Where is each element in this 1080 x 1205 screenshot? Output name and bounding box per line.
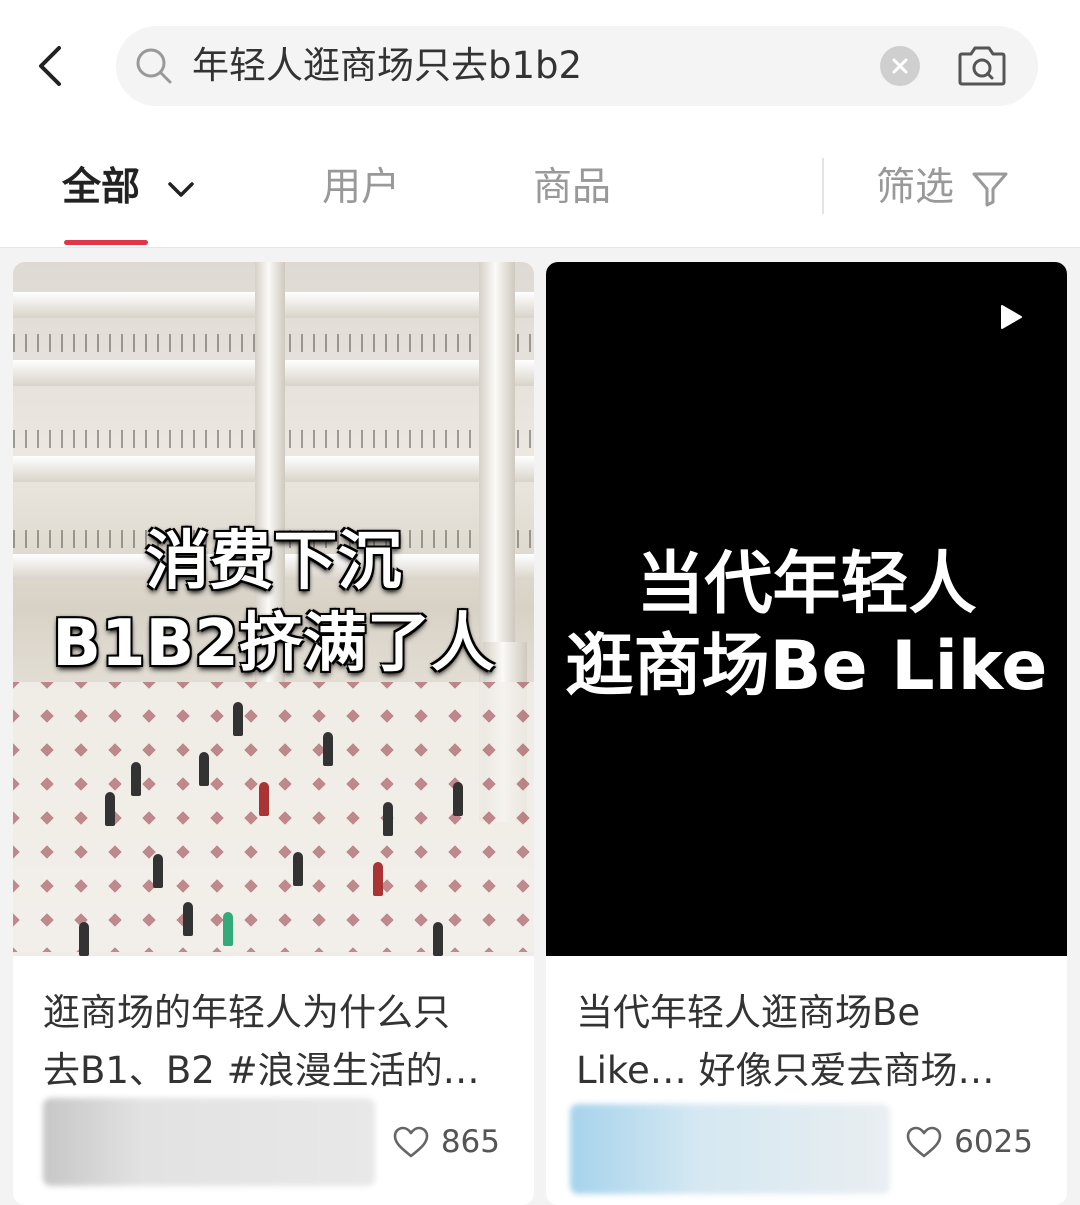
note-card[interactable]: 当代年轻人 逛商场Be Like 当代年轻人逛商场Be Like… 好像只爱去商…: [546, 262, 1067, 1205]
play-icon: [1001, 305, 1022, 329]
like-button[interactable]: 865: [393, 1120, 500, 1164]
like-count: 865: [440, 1124, 500, 1160]
tab-products[interactable]: 商品: [533, 160, 611, 216]
cover-text-line-1: 消费下沉: [145, 525, 402, 599]
tab-all[interactable]: 全部: [62, 160, 196, 216]
tab-divider: [822, 158, 824, 214]
search-icon: [136, 48, 172, 84]
note-card[interactable]: 消费下沉 B1B2挤满了人 逛商场的年轻人为什么只 去B1、B2 #浪漫生活的……: [13, 262, 534, 1205]
note-cover-image[interactable]: 消费下沉 B1B2挤满了人: [13, 262, 534, 956]
note-title-line-2: 去B1、B2 #浪漫生活的…: [43, 1049, 480, 1092]
search-bar[interactable]: 年轻人逛商场只去b1b2: [116, 26, 1038, 106]
tab-users[interactable]: 用户: [322, 160, 400, 216]
chevron-down-icon: [167, 181, 194, 197]
heart-icon: [393, 1126, 429, 1158]
like-button[interactable]: 6025: [906, 1120, 1033, 1164]
author-info-blurred[interactable]: [43, 1098, 375, 1186]
tab-all-label: 全部: [62, 165, 141, 210]
cover-text-line-2: 逛商场Be Like: [565, 627, 1048, 706]
like-count: 6025: [954, 1124, 1033, 1160]
note-title-line-1: 逛商场的年轻人为什么只: [43, 991, 450, 1034]
heart-icon: [906, 1126, 942, 1158]
note-title-line-1: 当代年轻人逛商场Be: [576, 991, 921, 1034]
note-title[interactable]: 逛商场的年轻人为什么只 去B1、B2 #浪漫生活的…: [43, 984, 509, 1100]
filter-tabs: 全部 用户 商品 筛选: [0, 140, 1080, 248]
filter-funnel-icon: [972, 172, 1008, 207]
video-cover-image[interactable]: 当代年轻人 逛商场Be Like: [546, 262, 1067, 956]
note-title-line-2: Like… 好像只爱去商场…: [576, 1049, 995, 1092]
author-info-blurred[interactable]: [570, 1104, 890, 1194]
top-bar: 年轻人逛商场只去b1b2 全部 用户 商品 筛选: [0, 0, 1080, 248]
note-title[interactable]: 当代年轻人逛商场Be Like… 好像只爱去商场…: [576, 984, 1042, 1100]
search-query[interactable]: 年轻人逛商场只去b1b2: [192, 26, 582, 106]
clear-icon: [892, 58, 908, 74]
filter-label: 筛选: [876, 165, 955, 210]
back-button[interactable]: [22, 34, 78, 98]
camera-search-icon[interactable]: [956, 42, 1008, 90]
cover-text-line-2: B1B2挤满了人: [52, 607, 495, 681]
clear-button[interactable]: [880, 46, 920, 86]
filter-button[interactable]: 筛选: [876, 160, 1010, 216]
back-arrow-icon: [39, 46, 61, 86]
active-tab-indicator: [64, 240, 148, 245]
